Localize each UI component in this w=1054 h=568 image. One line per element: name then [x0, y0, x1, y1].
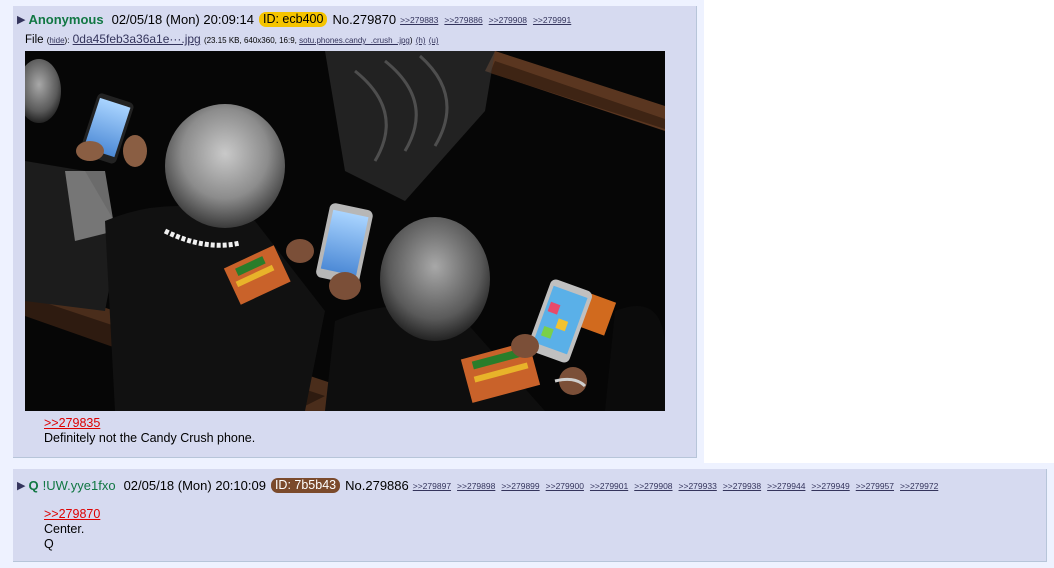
- backlink[interactable]: >>279899: [501, 481, 539, 491]
- file-meta: (23.15 KB, 640x360, 16:9,: [203, 36, 300, 45]
- poster-name: Anonymous: [28, 12, 104, 27]
- backlink[interactable]: >>279938: [723, 481, 761, 491]
- backlink[interactable]: >>279901: [590, 481, 628, 491]
- backlink[interactable]: >>279908: [634, 481, 672, 491]
- post-message: >>279870 Center. Q: [44, 507, 100, 552]
- original-filename-link[interactable]: sotu.phones.candy_.crush_.jpg: [299, 36, 410, 45]
- post-menu-arrow-icon[interactable]: ▶: [17, 13, 25, 26]
- poster-name: Q: [28, 478, 39, 493]
- post-date: 02/05/18 (Mon) 20:10:09: [123, 478, 266, 493]
- post-menu-arrow-icon[interactable]: ▶: [17, 479, 25, 492]
- backlink[interactable]: >>279991: [533, 15, 571, 25]
- post-number[interactable]: No.279870: [332, 12, 396, 27]
- file-label: File: [25, 34, 44, 46]
- poster-id-badge[interactable]: ID: ecb400: [258, 12, 328, 27]
- file-name-link[interactable]: 0da45feb3a36a1e···.jpg: [73, 32, 201, 46]
- backlink[interactable]: >>279883: [400, 15, 438, 25]
- file-h-link[interactable]: (h): [416, 36, 426, 45]
- backlink[interactable]: >>279972: [900, 481, 938, 491]
- quote-link[interactable]: >>279835: [44, 416, 255, 431]
- poster-tripcode: !UW.yye1fxo: [42, 478, 116, 493]
- backlinks: >>279897 >>279898 >>279899 >>279900 >>27…: [413, 481, 945, 491]
- backlink[interactable]: >>279957: [856, 481, 894, 491]
- post-header: ▶ Anonymous 02/05/18 (Mon) 20:09:14 ID: …: [17, 12, 577, 27]
- message-line: Q: [44, 537, 54, 551]
- message-line: Center.: [44, 522, 85, 536]
- quote-link[interactable]: >>279870: [44, 507, 100, 522]
- backlinks: >>279883 >>279886 >>279908 >>279991: [400, 15, 577, 25]
- backlink[interactable]: >>279900: [546, 481, 584, 491]
- backlink[interactable]: >>279908: [489, 15, 527, 25]
- post-279886: ▶ Q !UW.yye1fxo 02/05/18 (Mon) 20:10:09 …: [13, 469, 1047, 562]
- post-number[interactable]: No.279886: [345, 478, 409, 493]
- backlink[interactable]: >>279949: [811, 481, 849, 491]
- backlink[interactable]: >>279933: [679, 481, 717, 491]
- post-date: 02/05/18 (Mon) 20:09:14: [111, 12, 254, 27]
- post-image[interactable]: [25, 51, 665, 411]
- post-message: >>279835 Definitely not the Candy Crush …: [44, 416, 255, 446]
- backlink[interactable]: >>279886: [444, 15, 482, 25]
- message-line: Definitely not the Candy Crush phone.: [44, 431, 256, 445]
- backlink[interactable]: >>279944: [767, 481, 805, 491]
- hide-file-link[interactable]: hide: [49, 36, 64, 45]
- post-279870: ▶ Anonymous 02/05/18 (Mon) 20:09:14 ID: …: [13, 6, 697, 458]
- file-info: File (hide): 0da45feb3a36a1e···.jpg (23.…: [25, 32, 439, 46]
- post-header: ▶ Q !UW.yye1fxo 02/05/18 (Mon) 20:10:09 …: [17, 478, 944, 493]
- backlink[interactable]: >>279898: [457, 481, 495, 491]
- backlink[interactable]: >>279897: [413, 481, 451, 491]
- file-u-link[interactable]: (u): [429, 36, 439, 45]
- poster-id-badge[interactable]: ID: 7b5b43: [270, 478, 341, 493]
- photo-illustration: [25, 51, 665, 411]
